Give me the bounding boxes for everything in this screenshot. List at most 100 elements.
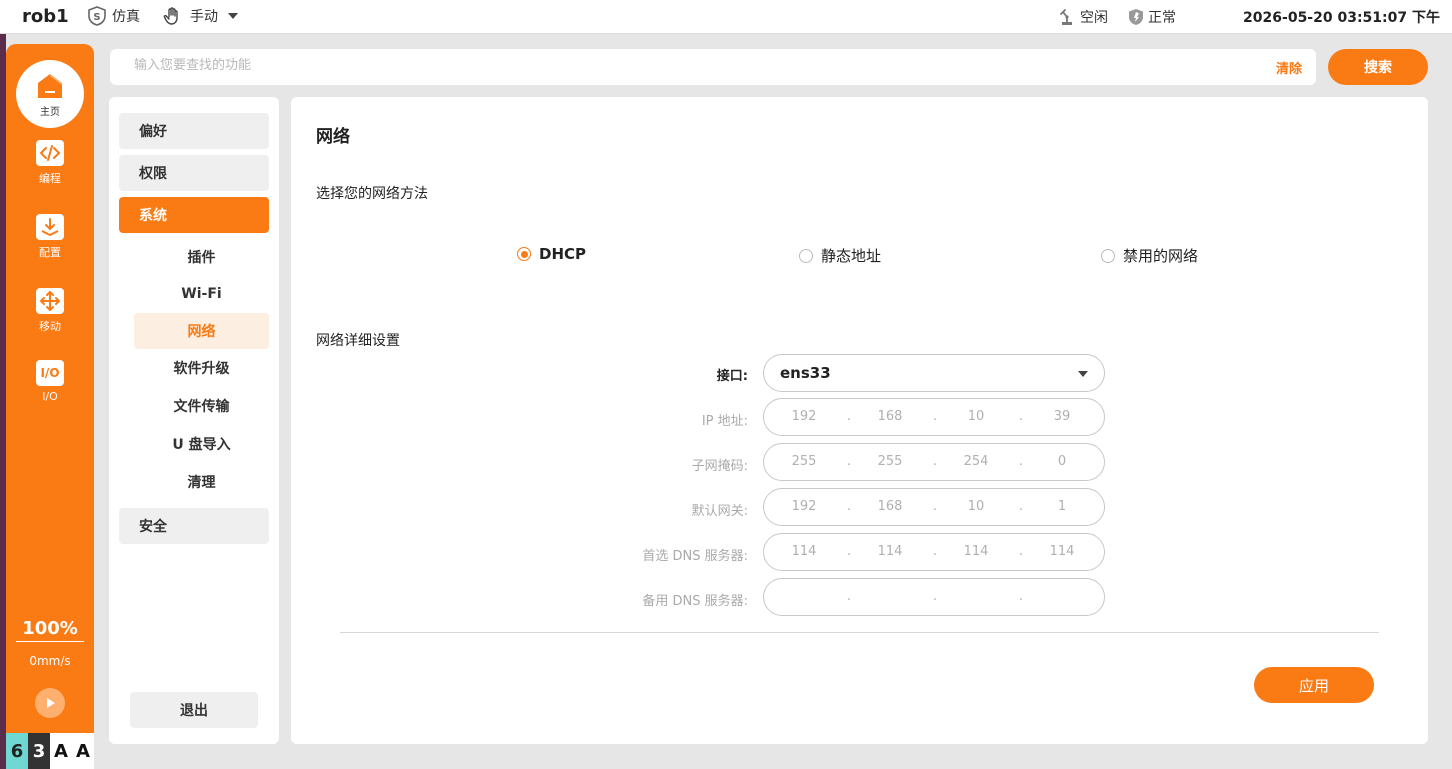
- gateway-label: 默认网关:: [691, 504, 748, 519]
- nav-item-config[interactable]: 配置: [6, 214, 94, 260]
- secondary-dns-label: 备用 DNS 服务器:: [642, 594, 748, 609]
- simulation-mode-toggle[interactable]: S 仿真: [86, 5, 140, 27]
- logout-button[interactable]: 退出: [130, 692, 258, 728]
- home-label: 主页: [40, 106, 60, 118]
- ip-octet[interactable]: 10: [946, 409, 1006, 424]
- ip-octet[interactable]: 114: [946, 544, 1006, 559]
- search-input[interactable]: [134, 58, 1034, 73]
- svg-text:S: S: [93, 12, 100, 23]
- menu-item-usb-import[interactable]: U 盘导入: [134, 426, 269, 462]
- ip-address-label: IP 地址:: [701, 414, 748, 429]
- menu-item-cleanup[interactable]: 清理: [134, 464, 269, 500]
- code-icon: [36, 140, 64, 166]
- ip-octet[interactable]: 255: [774, 454, 834, 469]
- move-icon: [36, 288, 64, 314]
- subnet-mask-field: 255 . 255 . 254 . 0: [763, 443, 1105, 481]
- safety-state-indicator: 正常: [1128, 7, 1176, 27]
- ip-separator: .: [932, 589, 938, 604]
- interface-select[interactable]: ens33: [763, 354, 1105, 392]
- radio-disabled[interactable]: 禁用的网络: [1101, 245, 1198, 266]
- ip-octet[interactable]: 168: [860, 499, 920, 514]
- ip-separator: .: [932, 409, 938, 424]
- shield-icon: [1129, 9, 1143, 25]
- primary-dns-field: 114 . 114 . 114 . 114: [763, 533, 1105, 571]
- io-icon: I/O: [36, 360, 64, 386]
- robot-arm-icon: [1060, 9, 1072, 25]
- menu-item-wifi[interactable]: Wi-Fi: [134, 276, 269, 312]
- tile-2[interactable]: 3: [28, 733, 50, 769]
- nav-label-programming: 编程: [39, 172, 61, 185]
- menu-group-permissions[interactable]: 权限: [119, 155, 269, 191]
- menu-item-plugins[interactable]: 插件: [134, 239, 269, 275]
- radio-dot: [1101, 248, 1115, 263]
- network-method-heading: 选择您的网络方法: [316, 186, 428, 202]
- ip-separator: .: [846, 499, 852, 514]
- radio-dhcp[interactable]: DHCP: [517, 245, 586, 263]
- top-bar: rob1 S 仿真 手动 空闲 正常 2026-05-20 03:51:07 下…: [0, 0, 1452, 34]
- ip-octet[interactable]: 255: [860, 454, 920, 469]
- menu-group-preferences[interactable]: 偏好: [119, 113, 269, 149]
- radio-label-static: 静态地址: [821, 247, 882, 265]
- search-bar: 清除: [110, 49, 1316, 85]
- menu-group-security[interactable]: 安全: [119, 508, 269, 544]
- ip-separator: .: [932, 499, 938, 514]
- ip-octet[interactable]: 1: [1032, 499, 1092, 514]
- interface-value: ens33: [780, 364, 831, 382]
- tile-1[interactable]: 6: [6, 733, 28, 769]
- apply-button[interactable]: 应用: [1254, 667, 1374, 703]
- ip-octet[interactable]: 10: [946, 499, 1006, 514]
- radio-label-dhcp: DHCP: [539, 245, 587, 263]
- ip-separator: .: [846, 409, 852, 424]
- tcp-speed-readout: 0mm/s: [29, 654, 71, 668]
- search-button[interactable]: 搜索: [1328, 49, 1428, 85]
- ip-octet[interactable]: 39: [1032, 409, 1092, 424]
- robot-state-indicator: 空闲: [1058, 7, 1108, 27]
- ip-octet[interactable]: 114: [860, 544, 920, 559]
- ip-octet[interactable]: 192: [774, 409, 834, 424]
- ip-octet[interactable]: 114: [774, 544, 834, 559]
- nav-item-io[interactable]: I/O I/O: [6, 360, 94, 403]
- ip-separator: .: [932, 544, 938, 559]
- ip-separator: .: [932, 454, 938, 469]
- robot-name[interactable]: rob1: [22, 6, 69, 27]
- nav-label-io: I/O: [42, 390, 58, 403]
- menu-item-software-update[interactable]: 软件升级: [134, 350, 269, 386]
- clear-search-button[interactable]: 清除: [1276, 58, 1302, 77]
- home-icon: [38, 73, 62, 98]
- menu-item-network[interactable]: 网络: [134, 313, 269, 349]
- ip-octet[interactable]: 168: [860, 409, 920, 424]
- menu-group-system[interactable]: 系统: [119, 197, 269, 233]
- tile-3[interactable]: A: [50, 733, 72, 769]
- nav-item-move[interactable]: 移动: [6, 288, 94, 334]
- radio-dot-selected: [517, 247, 531, 261]
- secondary-dns-field: . . .: [763, 578, 1105, 616]
- taskbar-tiles: 6 3 A A: [6, 733, 94, 769]
- shield-s-icon: S: [88, 6, 106, 26]
- nav-label-move: 移动: [39, 320, 61, 333]
- robot-state-label: 空闲: [1080, 10, 1108, 26]
- radio-dot: [799, 248, 813, 263]
- radio-static[interactable]: 静态地址: [799, 245, 881, 266]
- ip-octet[interactable]: 114: [1032, 544, 1092, 559]
- ip-separator: .: [1018, 544, 1024, 559]
- ip-octet[interactable]: 192: [774, 499, 834, 514]
- nav-item-programming[interactable]: 编程: [6, 140, 94, 186]
- network-detail-heading: 网络详细设置: [316, 333, 400, 349]
- ip-separator: .: [1018, 454, 1024, 469]
- simulation-label: 仿真: [112, 9, 140, 25]
- home-button[interactable]: 主页: [16, 60, 84, 128]
- menu-item-file-transfer[interactable]: 文件传输: [134, 388, 269, 424]
- interface-label: 接口:: [716, 369, 748, 384]
- ip-octet[interactable]: 254: [946, 454, 1006, 469]
- play-button[interactable]: [35, 688, 65, 718]
- radio-label-disabled: 禁用的网络: [1123, 247, 1199, 265]
- ip-octet[interactable]: 0: [1032, 454, 1092, 469]
- chevron-down-icon: [1078, 371, 1088, 377]
- speed-percentage[interactable]: 100%: [16, 618, 84, 642]
- datetime-display: 2026-05-20 03:51:07 下午: [1243, 10, 1440, 26]
- play-icon: [47, 698, 55, 708]
- manual-mode-dropdown[interactable]: 手动: [162, 5, 240, 27]
- hand-icon: [163, 7, 178, 25]
- ip-address-field: 192 . 168 . 10 . 39: [763, 398, 1105, 436]
- tile-4[interactable]: A: [72, 733, 94, 769]
